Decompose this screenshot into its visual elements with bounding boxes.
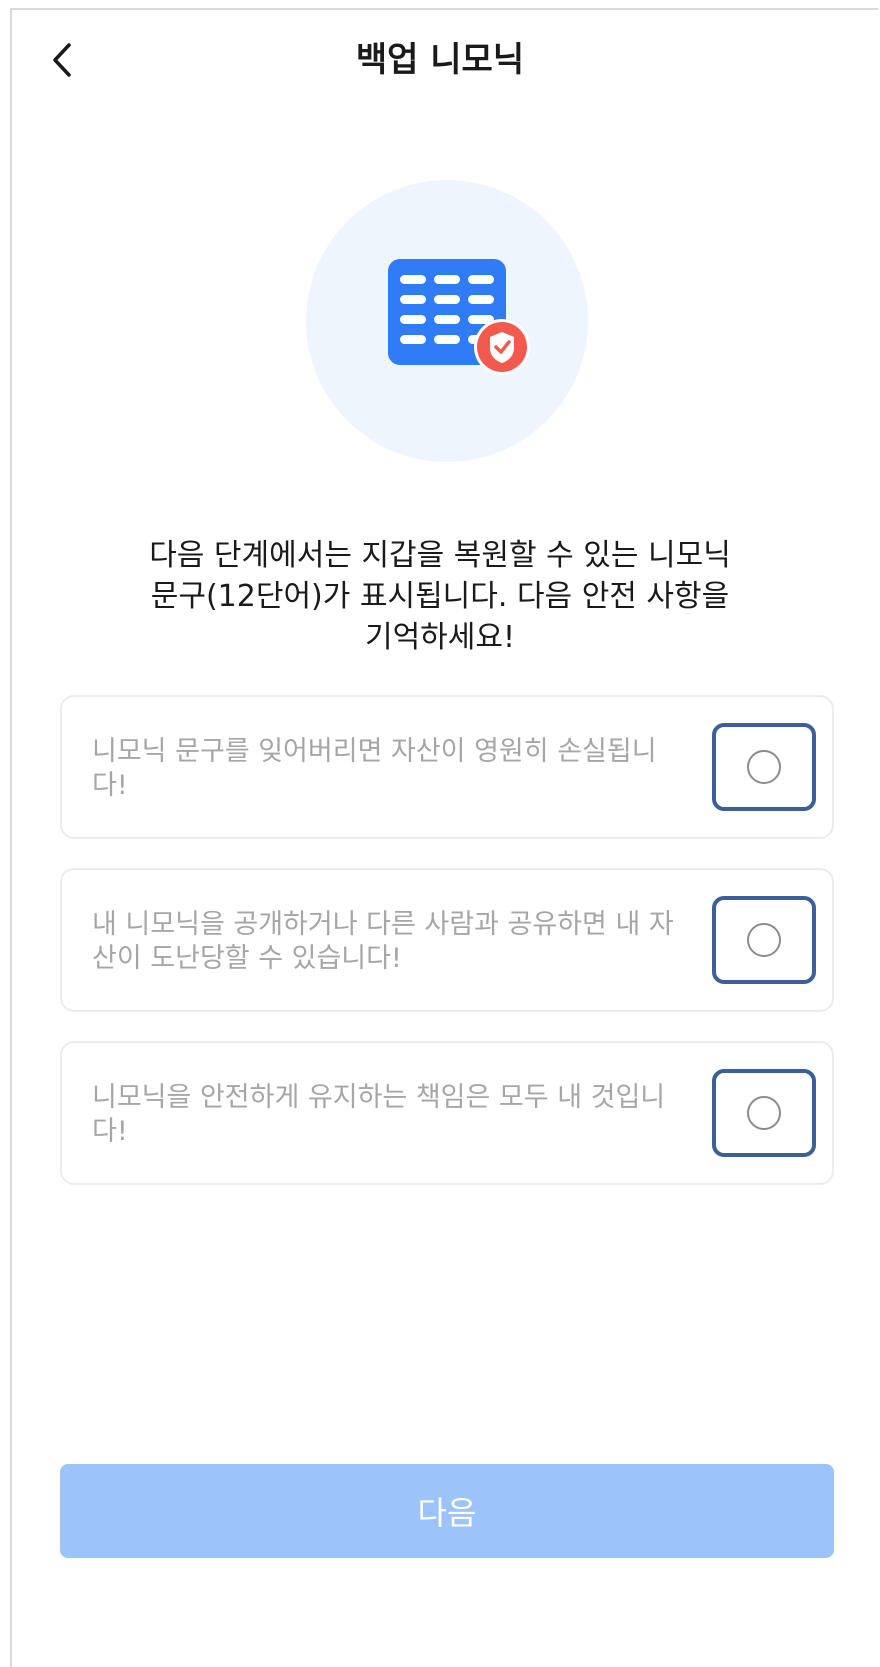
next-button[interactable]: 다음 <box>60 1464 834 1558</box>
checklist-item-text: 니모닉 문구를 잊어버리면 자산이 영원히 손실됩니다! <box>92 736 657 801</box>
radio-circle-icon <box>747 923 781 957</box>
checklist-item-share-theft[interactable]: 내 니모닉을 공개하거나 다른 사람과 공유하면 내 자산이 도난당할 수 있습… <box>60 868 834 1012</box>
intro-line-1: 다음 단계에서는 지갑을 복원할 수 있는 니모닉 <box>149 538 731 573</box>
checklist-item-forget-loss[interactable]: 니모닉 문구를 잊어버리면 자산이 영원히 손실됩니다! <box>60 695 834 839</box>
hero-illustration <box>306 180 588 462</box>
intro-text: 다음 단계에서는 지갑을 복원할 수 있는 니모닉 문구(12단어)가 표시됩니… <box>70 535 810 658</box>
radio-circle-icon <box>747 1096 781 1130</box>
page-title: 백업 니모닉 <box>355 40 525 80</box>
checklist-checkbox[interactable] <box>712 896 816 984</box>
checklist-item-responsibility[interactable]: 니모닉을 안전하게 유지하는 책임은 모두 내 것입니다! <box>60 1041 834 1185</box>
radio-circle-icon <box>747 750 781 784</box>
mnemonic-shield-icon <box>388 259 530 375</box>
intro-line-3: 기억하세요! <box>364 620 516 655</box>
checklist-checkbox[interactable] <box>712 1069 816 1157</box>
checklist-item-text: 내 니모닉을 공개하거나 다른 사람과 공유하면 내 자산이 도난당할 수 있습… <box>92 909 674 974</box>
intro-line-2: 문구(12단어)가 표시됩니다. 다음 안전 사항을 <box>150 579 730 614</box>
checklist-item-text: 니모닉을 안전하게 유지하는 책임은 모두 내 것입니다! <box>92 1082 666 1147</box>
checklist-checkbox[interactable] <box>712 723 816 811</box>
top-bar: 백업 니모닉 <box>0 30 880 90</box>
